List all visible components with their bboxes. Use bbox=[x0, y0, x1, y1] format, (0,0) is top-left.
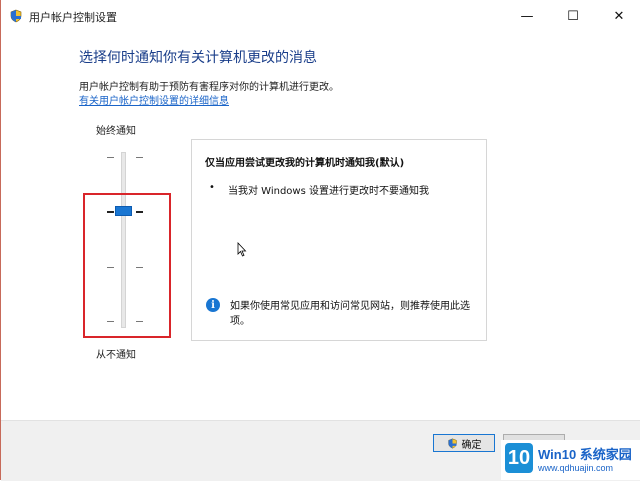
watermark-title: Win10 系统家园 bbox=[538, 447, 632, 462]
info-icon: i bbox=[206, 298, 220, 312]
uac-settings-window: 用户帐户控制设置 — ☐ ✕ 选择何时通知你有关计算机更改的消息 用户帐户控制有… bbox=[0, 0, 640, 481]
description-text: 用户帐户控制有助于预防有害程序对你的计算机进行更改。 bbox=[79, 82, 339, 93]
site-watermark: 10 Win10 系统家园 www.qdhuajin.com bbox=[501, 440, 640, 480]
slider-tick bbox=[136, 157, 143, 158]
level-title: 仅当应用尝试更改我的计算机时通知我(默认) bbox=[205, 158, 405, 169]
maximize-button[interactable]: ☐ bbox=[550, 0, 596, 32]
uac-shield-icon bbox=[447, 438, 457, 448]
uac-shield-icon bbox=[10, 9, 22, 23]
minimize-button[interactable]: — bbox=[504, 0, 550, 32]
slider-top-label: 始终通知 bbox=[96, 126, 136, 137]
mouse-cursor-icon bbox=[237, 242, 247, 257]
annotation-highlight-box bbox=[83, 193, 171, 338]
page-heading: 选择何时通知你有关计算机更改的消息 bbox=[79, 50, 317, 66]
recommendation-text: 如果你使用常见应用和访问常见网站，则推荐使用此选项。 bbox=[230, 301, 470, 327]
slider-tick bbox=[107, 157, 114, 158]
level-description-panel: 仅当应用尝试更改我的计算机时通知我(默认) • 当我对 Windows 设置进行… bbox=[191, 139, 487, 341]
title-bar: 用户帐户控制设置 — ☐ ✕ bbox=[1, 0, 640, 32]
ok-button[interactable]: 确定 bbox=[433, 434, 495, 452]
slider-bottom-label: 从不通知 bbox=[96, 350, 136, 361]
bullet-glyph: • bbox=[209, 182, 215, 193]
uac-details-link[interactable]: 有关用户帐户控制设置的详细信息 bbox=[79, 92, 229, 107]
watermark-logo: 10 bbox=[505, 443, 533, 473]
watermark-url: www.qdhuajin.com bbox=[538, 463, 614, 473]
close-button[interactable]: ✕ bbox=[596, 0, 640, 32]
window-title: 用户帐户控制设置 bbox=[29, 11, 117, 24]
ok-button-label: 确定 bbox=[461, 439, 482, 451]
level-detail-text: 当我对 Windows 设置进行更改时不要通知我 bbox=[228, 186, 429, 197]
